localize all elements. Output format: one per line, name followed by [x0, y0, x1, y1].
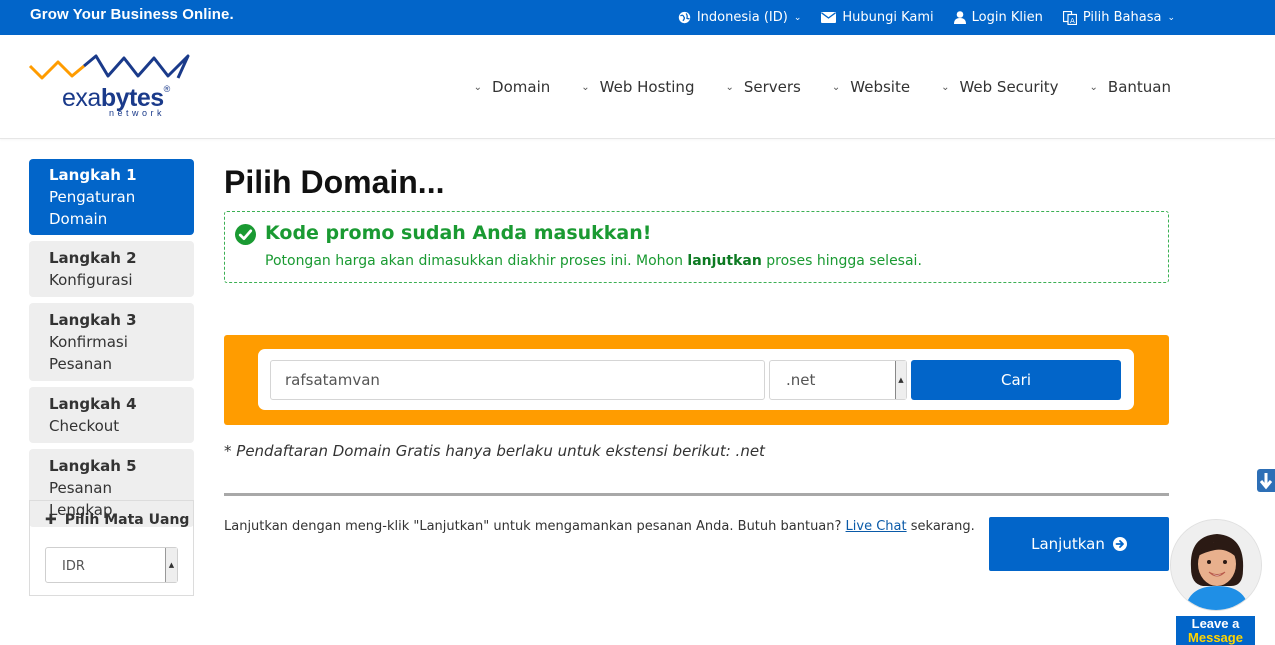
exabytes-logo[interactable]: exabytes® network: [28, 52, 198, 122]
step-subtitle: Konfirmasi Pesanan: [49, 333, 128, 373]
arrow-down-icon: [1259, 473, 1273, 490]
alert-heading: Kode promo sudah Anda masukkan!: [265, 222, 652, 244]
currency-select[interactable]: IDR ▲: [45, 547, 178, 583]
chat-widget[interactable]: Leave a Message: [1168, 519, 1262, 645]
nav-item-bantuan[interactable]: ⌄ Bantuan: [1090, 78, 1171, 96]
select-arrows-icon: ▲: [895, 361, 906, 399]
nav-label: Domain: [492, 78, 551, 96]
step-title: Langkah 3: [49, 311, 137, 329]
language-icon: A: [1062, 10, 1077, 25]
chevron-down-icon: ⌄: [581, 81, 590, 93]
header: exabytes® network ⌄ Domain ⌄ Web Hosting ⌄…: [0, 35, 1275, 139]
nav-label: Servers: [743, 78, 801, 96]
nav-label: Bantuan: [1107, 78, 1171, 96]
promo-alert: Kode promo sudah Anda masukkan! Potongan…: [224, 211, 1169, 283]
step-title: Langkah 4: [49, 395, 137, 413]
login-link[interactable]: Login Klien: [953, 10, 1043, 25]
alert-text-part: Potongan harga akan dimasukkan diakhir p…: [265, 253, 688, 269]
main-nav: ⌄ Domain ⌄ Web Hosting ⌄ Servers ⌄ Website ⌄…: [443, 35, 1171, 139]
continue-label: Lanjutkan: [1031, 535, 1105, 553]
login-label: Login Klien: [971, 10, 1043, 25]
domain-input[interactable]: rafsatamvan: [270, 360, 765, 400]
help-text: Lanjutkan dengan meng-klik "Lanjutkan" u…: [224, 519, 975, 534]
alert-text: Potongan harga akan dimasukkan diakhir p…: [265, 253, 922, 269]
step-subtitle: Pengaturan Domain: [49, 188, 136, 228]
continue-button[interactable]: Lanjutkan: [989, 517, 1169, 571]
step-subtitle: Konfigurasi: [49, 271, 133, 289]
currency-heading[interactable]: ✚ Pilih Mata Uang: [45, 512, 189, 528]
svg-text:A: A: [1070, 17, 1075, 25]
chat-label-line2: Message: [1188, 630, 1243, 645]
agent-photo-icon: [1171, 520, 1261, 610]
user-icon: [953, 11, 966, 24]
logo-wave-icon: [28, 54, 190, 80]
contact-link[interactable]: Hubungi Kami: [821, 10, 934, 25]
domain-search-box: rafsatamvan .net ▲ Cari: [224, 335, 1169, 425]
arrow-circle-right-icon: [1112, 537, 1127, 551]
nav-label: Website: [850, 78, 911, 96]
help-text-part: sekarang.: [906, 519, 975, 534]
currency-value: IDR: [62, 559, 85, 574]
live-chat-link[interactable]: Live Chat: [846, 519, 907, 534]
top-links: Indonesia (ID) ⌄ Hubungi Kami Login Klie…: [658, 0, 1175, 35]
logo-subtext: network: [109, 108, 166, 118]
search-inner: rafsatamvan .net ▲ Cari: [258, 349, 1134, 410]
help-text-part: Lanjutkan dengan meng-klik "Lanjutkan" u…: [224, 519, 846, 534]
nav-item-servers[interactable]: ⌄ Servers: [725, 78, 800, 96]
chevron-down-icon: ⌄: [831, 81, 841, 93]
chevron-down-icon: ⌄: [725, 81, 734, 93]
nav-item-web-security[interactable]: ⌄ Web Security: [941, 78, 1058, 96]
nav-label: Web Hosting: [599, 78, 695, 96]
step-1[interactable]: Langkah 1 Pengaturan Domain: [29, 159, 194, 235]
alert-text-bold: lanjutkan: [687, 253, 762, 269]
nav-item-website[interactable]: ⌄ Website: [832, 78, 910, 96]
step-2[interactable]: Langkah 2 Konfigurasi: [29, 241, 194, 297]
plus-icon: ✚: [45, 512, 57, 528]
chevron-down-icon: ⌄: [1167, 12, 1175, 23]
chat-label: Leave a Message: [1176, 616, 1255, 645]
chevron-down-icon: ⌄: [793, 12, 802, 23]
page-title: Pilih Domain...: [224, 164, 445, 200]
search-button[interactable]: Cari: [911, 360, 1121, 400]
nav-item-web-hosting[interactable]: ⌄ Web Hosting: [581, 78, 694, 96]
chevron-down-icon: ⌄: [1089, 81, 1098, 93]
step-title: Langkah 1: [49, 166, 137, 184]
envelope-icon: [821, 12, 837, 23]
chevron-down-icon: ⌄: [473, 81, 483, 93]
language-selector[interactable]: A Pilih Bahasa ⌄: [1062, 10, 1175, 25]
currency-panel: ✚ Pilih Mata Uang IDR ▲: [29, 500, 194, 596]
nav-item-domain[interactable]: ⌄ Domain: [474, 78, 551, 96]
nav-label: Web Security: [959, 78, 1059, 96]
checkout-steps: Langkah 1 Pengaturan Domain Langkah 2 Ko…: [29, 159, 194, 533]
chevron-down-icon: ⌄: [941, 81, 950, 93]
tld-select[interactable]: .net ▲: [769, 360, 907, 400]
chat-agent-avatar: [1170, 519, 1262, 611]
step-3[interactable]: Langkah 3 Konfirmasi Pesanan: [29, 303, 194, 381]
step-title: Langkah 5: [49, 457, 137, 475]
language-label: Pilih Bahasa: [1082, 10, 1162, 25]
slogan: Grow Your Business Online.: [30, 6, 234, 23]
scroll-down-tab[interactable]: [1257, 469, 1275, 492]
contact-label: Hubungi Kami: [842, 10, 934, 25]
currency-heading-label: Pilih Mata Uang: [64, 512, 190, 528]
alert-text-part: proses hingga selesai.: [761, 253, 922, 269]
top-bar: Grow Your Business Online. Indonesia (ID…: [0, 0, 1275, 35]
check-circle-icon: [235, 224, 256, 245]
step-subtitle: Checkout: [49, 417, 120, 435]
step-4[interactable]: Langkah 4 Checkout: [29, 387, 194, 443]
select-arrows-icon: ▲: [165, 548, 177, 582]
country-selector[interactable]: Indonesia (ID) ⌄: [678, 10, 802, 25]
country-label: Indonesia (ID): [696, 10, 788, 25]
logo-prefix: exa: [62, 84, 101, 112]
globe-icon: [678, 11, 691, 24]
step-title: Langkah 2: [49, 249, 137, 267]
chat-label-line1: Leave a: [1191, 616, 1240, 631]
divider: [224, 493, 1169, 496]
logo-reg: ®: [163, 84, 171, 94]
free-domain-note: * Pendaftaran Domain Gratis hanya berlak…: [224, 442, 765, 460]
tld-value: .net: [786, 371, 816, 389]
